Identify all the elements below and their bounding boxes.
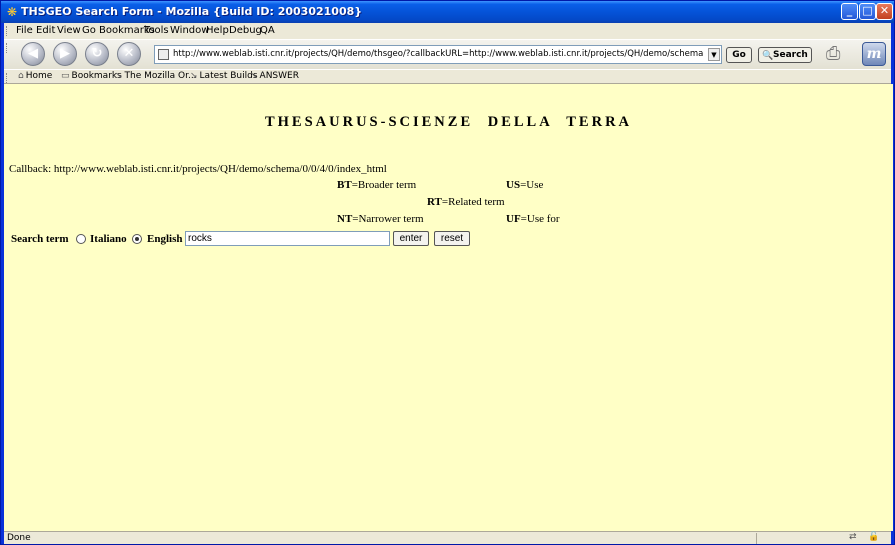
- close-button[interactable]: ✕: [876, 3, 893, 20]
- search-button[interactable]: 🔍 Search: [758, 47, 812, 63]
- search-icon: 🔍: [762, 51, 774, 61]
- browser-window: ❋ THSGEO Search Form - Mozilla {Build ID…: [0, 0, 895, 545]
- bookmark-bookmarks[interactable]: ▭ Bookmarks: [61, 71, 122, 81]
- bookmark-icon: ↘: [115, 71, 123, 81]
- callback-text: Callback: http://www.weblab.isti.cnr.it/…: [9, 163, 387, 175]
- status-text: Done: [7, 533, 31, 543]
- reload-button[interactable]: ↻: [85, 42, 109, 66]
- maximize-button[interactable]: □: [859, 3, 876, 20]
- page-title: THESAURUS-SCIENZE DELLA TERRA: [264, 114, 633, 130]
- menu-go[interactable]: Go: [82, 25, 96, 36]
- search-form: Search term Italiano English rocks enter…: [11, 231, 811, 249]
- search-button-label: Search: [773, 50, 808, 60]
- legend-nt: NT=Narrower term: [337, 213, 424, 225]
- menu-debug[interactable]: Debug: [229, 25, 262, 36]
- stop-icon: ✕: [123, 46, 135, 61]
- print-icon[interactable]: ⎙: [826, 42, 856, 66]
- back-arrow-icon: ◀: [28, 46, 38, 61]
- search-term-input[interactable]: rocks: [185, 231, 390, 246]
- page-content: THESAURUS-SCIENZE DELLA TERRA Callback: …: [4, 84, 893, 531]
- bookmark-icon: ↘: [190, 71, 198, 81]
- radio-english-label: English: [147, 233, 183, 245]
- url-dropdown-icon[interactable]: ▼: [708, 48, 720, 61]
- url-bar[interactable]: http://www.weblab.isti.cnr.it/projects/Q…: [154, 45, 722, 64]
- security-lock-icon[interactable]: 🔓: [868, 532, 879, 542]
- home-icon: ⌂: [18, 71, 24, 81]
- radio-italiano[interactable]: [76, 234, 86, 244]
- legend-rt: RT=Related term: [427, 196, 505, 208]
- menu-window[interactable]: Window: [170, 25, 209, 36]
- legend-us: US=Use: [506, 179, 544, 191]
- navigation-toolbar: ◀ ▶ ↻ ✕ http://www.weblab.isti.cnr.it/pr…: [4, 39, 891, 69]
- radio-english[interactable]: [132, 234, 142, 244]
- bookmark-mozilla-org[interactable]: ↘ The Mozilla Or...: [115, 71, 197, 81]
- menu-qa[interactable]: QA: [260, 25, 275, 36]
- reset-button[interactable]: reset: [434, 231, 470, 246]
- legend-uf: UF=Use for: [506, 213, 560, 225]
- legend-bt: BT=Broader term: [337, 179, 417, 191]
- back-button[interactable]: ◀: [21, 42, 45, 66]
- go-button[interactable]: Go: [726, 47, 752, 63]
- window-title: THSGEO Search Form - Mozilla {Build ID: …: [21, 5, 363, 18]
- menu-view[interactable]: View: [57, 25, 81, 36]
- status-bar: Done ⇄ 🔓: [4, 531, 891, 544]
- toolbar-grip[interactable]: [6, 43, 9, 53]
- page-icon: [158, 49, 169, 60]
- forward-arrow-icon: ▶: [60, 46, 70, 61]
- stop-button[interactable]: ✕: [117, 42, 141, 66]
- menubar-grip[interactable]: [6, 26, 9, 36]
- personal-toolbar: ⌂ Home ▭ Bookmarks ↘ The Mozilla Or... ↘ Lat…: [4, 69, 891, 84]
- menu-help[interactable]: Help: [206, 25, 229, 36]
- title-bar[interactable]: ❋ THSGEO Search Form - Mozilla {Build ID…: [1, 1, 894, 23]
- menu-file[interactable]: File: [16, 25, 33, 36]
- reload-icon: ↻: [91, 46, 103, 61]
- folder-icon: ▭: [61, 71, 70, 81]
- radio-italiano-label: Italiano: [90, 233, 127, 245]
- enter-button[interactable]: enter: [393, 231, 429, 246]
- status-divider: [756, 533, 757, 544]
- bookmark-icon: ↘: [250, 71, 258, 81]
- menu-edit[interactable]: Edit: [36, 25, 55, 36]
- mozilla-logo-icon[interactable]: m: [862, 42, 886, 66]
- bookmark-latest-builds[interactable]: ↘ Latest Builds: [190, 71, 258, 81]
- forward-button[interactable]: ▶: [53, 42, 77, 66]
- url-input[interactable]: http://www.weblab.isti.cnr.it/projects/Q…: [173, 49, 703, 59]
- menu-bar: File Edit View Go Bookmarks Tools Window…: [4, 23, 891, 39]
- minimize-button[interactable]: _: [841, 3, 858, 20]
- search-term-label: Search term: [11, 233, 69, 245]
- bookmark-home[interactable]: ⌂ Home: [18, 71, 52, 81]
- connection-icon[interactable]: ⇄: [849, 532, 857, 542]
- menu-tools[interactable]: Tools: [144, 25, 169, 36]
- bookmark-answer[interactable]: ↘ ANSWER: [250, 71, 299, 81]
- personal-toolbar-grip[interactable]: [6, 73, 9, 83]
- app-icon: ❋: [6, 5, 18, 19]
